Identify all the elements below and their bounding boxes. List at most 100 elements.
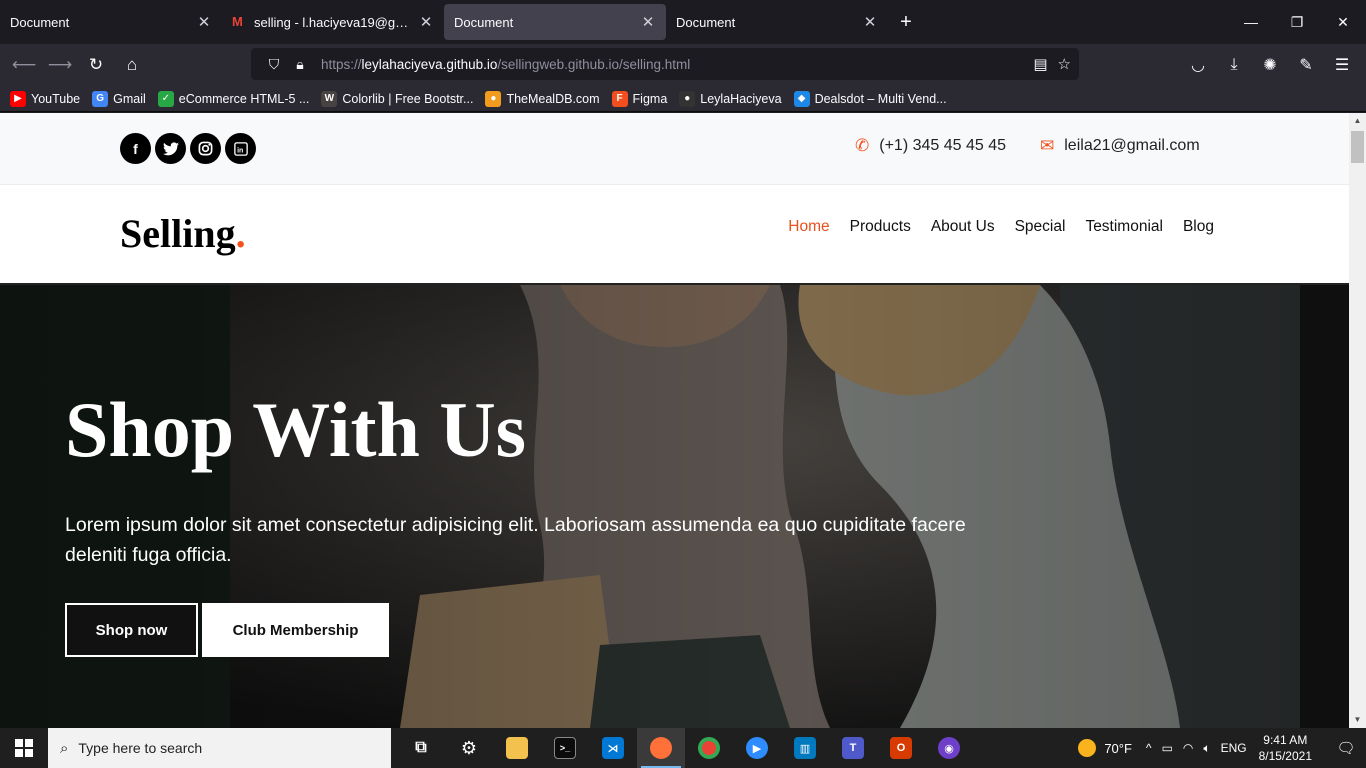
office-app[interactable]: O bbox=[877, 728, 925, 768]
bookmark-item[interactable]: W Colorlib | Free Bootstr... bbox=[321, 90, 474, 107]
linkedin-icon[interactable]: in bbox=[225, 133, 256, 164]
twitter-icon[interactable] bbox=[155, 133, 186, 164]
pen-icon[interactable]: ✎ bbox=[1288, 49, 1324, 81]
github-icon: ● bbox=[679, 90, 696, 107]
menu-testimonial[interactable]: Testimonial bbox=[1085, 218, 1163, 236]
scroll-down-icon[interactable]: ▼ bbox=[1349, 712, 1366, 728]
firefox-app[interactable] bbox=[637, 728, 685, 768]
new-tab-button[interactable]: + bbox=[888, 0, 924, 44]
home-button[interactable]: ⌂ bbox=[114, 49, 150, 81]
trello-icon: ▥ bbox=[794, 737, 816, 759]
notification-center-icon[interactable]: 🗨︎ bbox=[1326, 728, 1366, 768]
battery-icon[interactable]: ▭ bbox=[1162, 741, 1173, 756]
back-button[interactable]: ⟵ bbox=[6, 49, 42, 81]
terminal-app[interactable]: >_ bbox=[541, 728, 589, 768]
logo-text: Selling bbox=[120, 211, 236, 256]
window-controls: — ❐ ✕ bbox=[1228, 0, 1366, 44]
clock[interactable]: 9:41 AM 8/15/2021 bbox=[1259, 732, 1312, 764]
close-tab-icon[interactable]: ✕ bbox=[640, 13, 656, 31]
tab-bar: Document ✕ M selling - l.haciyeva19@gmai… bbox=[0, 0, 1366, 44]
bookmark-item[interactable]: ▶ YouTube bbox=[10, 90, 80, 107]
url-bar[interactable]: ⛉ 🔒︎ https://leylahaciyeva.github.io/sel… bbox=[251, 48, 1079, 80]
search-placeholder: Type here to search bbox=[78, 740, 203, 756]
bookmark-item[interactable]: ✓ eCommerce HTML-5 ... bbox=[157, 90, 309, 107]
vscode-app[interactable]: ⋊ bbox=[589, 728, 637, 768]
volume-icon[interactable]: 🔈︎ bbox=[1203, 741, 1210, 756]
chevron-up-icon[interactable]: ^ bbox=[1146, 741, 1152, 756]
url-path: /sellingweb.github.io/selling.html bbox=[497, 56, 691, 72]
tab-gmail[interactable]: M selling - l.haciyeva19@gmail.com ✕ bbox=[222, 0, 444, 44]
logo-dot: . bbox=[235, 211, 246, 256]
bookmark-star-icon[interactable]: ☆ bbox=[1058, 55, 1071, 73]
menu-home[interactable]: Home bbox=[788, 218, 829, 236]
chrome-app[interactable] bbox=[685, 728, 733, 768]
site-header: Selling. Home Products About Us Special … bbox=[0, 185, 1349, 285]
bookmark-item[interactable]: ● TheMealDB.com bbox=[485, 90, 600, 107]
facebook-icon[interactable]: f bbox=[120, 133, 151, 164]
reload-button[interactable]: ↻ bbox=[78, 49, 114, 81]
github-desktop-app[interactable]: ◉ bbox=[925, 728, 973, 768]
bookmark-item[interactable]: F Figma bbox=[611, 90, 667, 107]
download-icon[interactable]: ⤓ bbox=[1216, 49, 1252, 81]
bookmark-label: Dealsdot – Multi Vend... bbox=[814, 91, 947, 106]
close-tab-icon[interactable]: ✕ bbox=[196, 13, 212, 31]
menu-special[interactable]: Special bbox=[1015, 218, 1066, 236]
club-membership-button[interactable]: Club Membership bbox=[202, 603, 389, 657]
url-text[interactable]: https://leylahaciyeva.github.io/sellingw… bbox=[321, 57, 1033, 72]
windows-start-button[interactable] bbox=[0, 728, 48, 768]
tray-icons: ^ ▭ ◠ 🔈︎ ENG bbox=[1146, 741, 1247, 756]
wordpress-icon: W bbox=[321, 90, 338, 107]
wifi-icon[interactable]: ◠ bbox=[1183, 741, 1193, 756]
bookmarks-bar: ▶ YouTube G Gmail ✓ eCommerce HTML-5 ... W Colo… bbox=[0, 86, 1366, 112]
tab-document-active[interactable]: Document ✕ bbox=[444, 4, 666, 40]
tab-document-3[interactable]: Document ✕ bbox=[666, 0, 888, 44]
bookmark-item[interactable]: ● LeylaHaciyeva bbox=[679, 90, 782, 107]
google-icon: G bbox=[92, 90, 109, 107]
page-scrollbar[interactable]: ▲ ▼ bbox=[1349, 113, 1366, 728]
reader-view-icon[interactable]: ▤ bbox=[1033, 55, 1047, 73]
bookmark-label: Colorlib | Free Bootstr... bbox=[342, 91, 474, 106]
url-host: leylahaciyeva.github.io bbox=[361, 56, 498, 72]
teams-app[interactable]: T bbox=[829, 728, 877, 768]
bookmark-item[interactable]: ◆ Dealsdot – Multi Vend... bbox=[793, 90, 947, 107]
check-icon: ✓ bbox=[157, 90, 174, 107]
phone-contact[interactable]: ✆ (+1) 345 45 45 45 bbox=[855, 136, 1006, 156]
close-window-icon[interactable]: ✕ bbox=[1320, 0, 1366, 44]
extension-icon[interactable]: ✺ bbox=[1252, 49, 1288, 81]
menu-blog[interactable]: Blog bbox=[1183, 218, 1214, 236]
forward-button[interactable]: ⟶ bbox=[42, 49, 78, 81]
search-icon: ⌕ bbox=[60, 739, 69, 757]
shop-now-button[interactable]: Shop now bbox=[65, 603, 198, 657]
menu-about-us[interactable]: About Us bbox=[931, 218, 995, 236]
pocket-icon[interactable]: ◡ bbox=[1180, 49, 1216, 81]
firefox-icon bbox=[650, 737, 672, 759]
email-contact[interactable]: ✉ leila21@gmail.com bbox=[1040, 136, 1200, 156]
language-indicator[interactable]: ENG bbox=[1221, 741, 1247, 756]
page-viewport: f in ✆ (+1) 345 45 45 45 ✉ leila21@gmail… bbox=[0, 113, 1349, 728]
close-tab-icon[interactable]: ✕ bbox=[862, 13, 878, 31]
tab-document-1[interactable]: Document ✕ bbox=[0, 0, 222, 44]
site-logo[interactable]: Selling. bbox=[120, 210, 246, 257]
scroll-thumb[interactable] bbox=[1351, 131, 1364, 163]
restore-icon[interactable]: ❐ bbox=[1274, 0, 1320, 44]
instagram-icon[interactable] bbox=[190, 133, 221, 164]
bookmark-item[interactable]: G Gmail bbox=[92, 90, 146, 107]
scroll-up-icon[interactable]: ▲ bbox=[1349, 113, 1366, 129]
menu-icon[interactable]: ☰ bbox=[1324, 49, 1360, 81]
close-tab-icon[interactable]: ✕ bbox=[418, 13, 434, 31]
weather-widget[interactable]: 70°F bbox=[1078, 739, 1132, 757]
file-explorer-app[interactable] bbox=[493, 728, 541, 768]
meal-icon: ● bbox=[485, 90, 502, 107]
shield-icon[interactable]: ⛉ bbox=[261, 56, 287, 73]
task-view-button[interactable]: ⧉ bbox=[397, 728, 445, 768]
tag-icon: ◆ bbox=[793, 90, 810, 107]
zoom-app[interactable]: ▶ bbox=[733, 728, 781, 768]
menu-products[interactable]: Products bbox=[850, 218, 911, 236]
taskbar-search[interactable]: ⌕ Type here to search bbox=[48, 728, 391, 768]
lock-icon[interactable]: 🔒︎ bbox=[287, 56, 313, 73]
trello-app[interactable]: ▥ bbox=[781, 728, 829, 768]
minimize-icon[interactable]: — bbox=[1228, 0, 1274, 44]
phone-number: (+1) 345 45 45 45 bbox=[879, 137, 1007, 154]
screen: Document ✕ M selling - l.haciyeva19@gmai… bbox=[0, 0, 1366, 768]
settings-app[interactable]: ⚙ bbox=[445, 728, 493, 768]
